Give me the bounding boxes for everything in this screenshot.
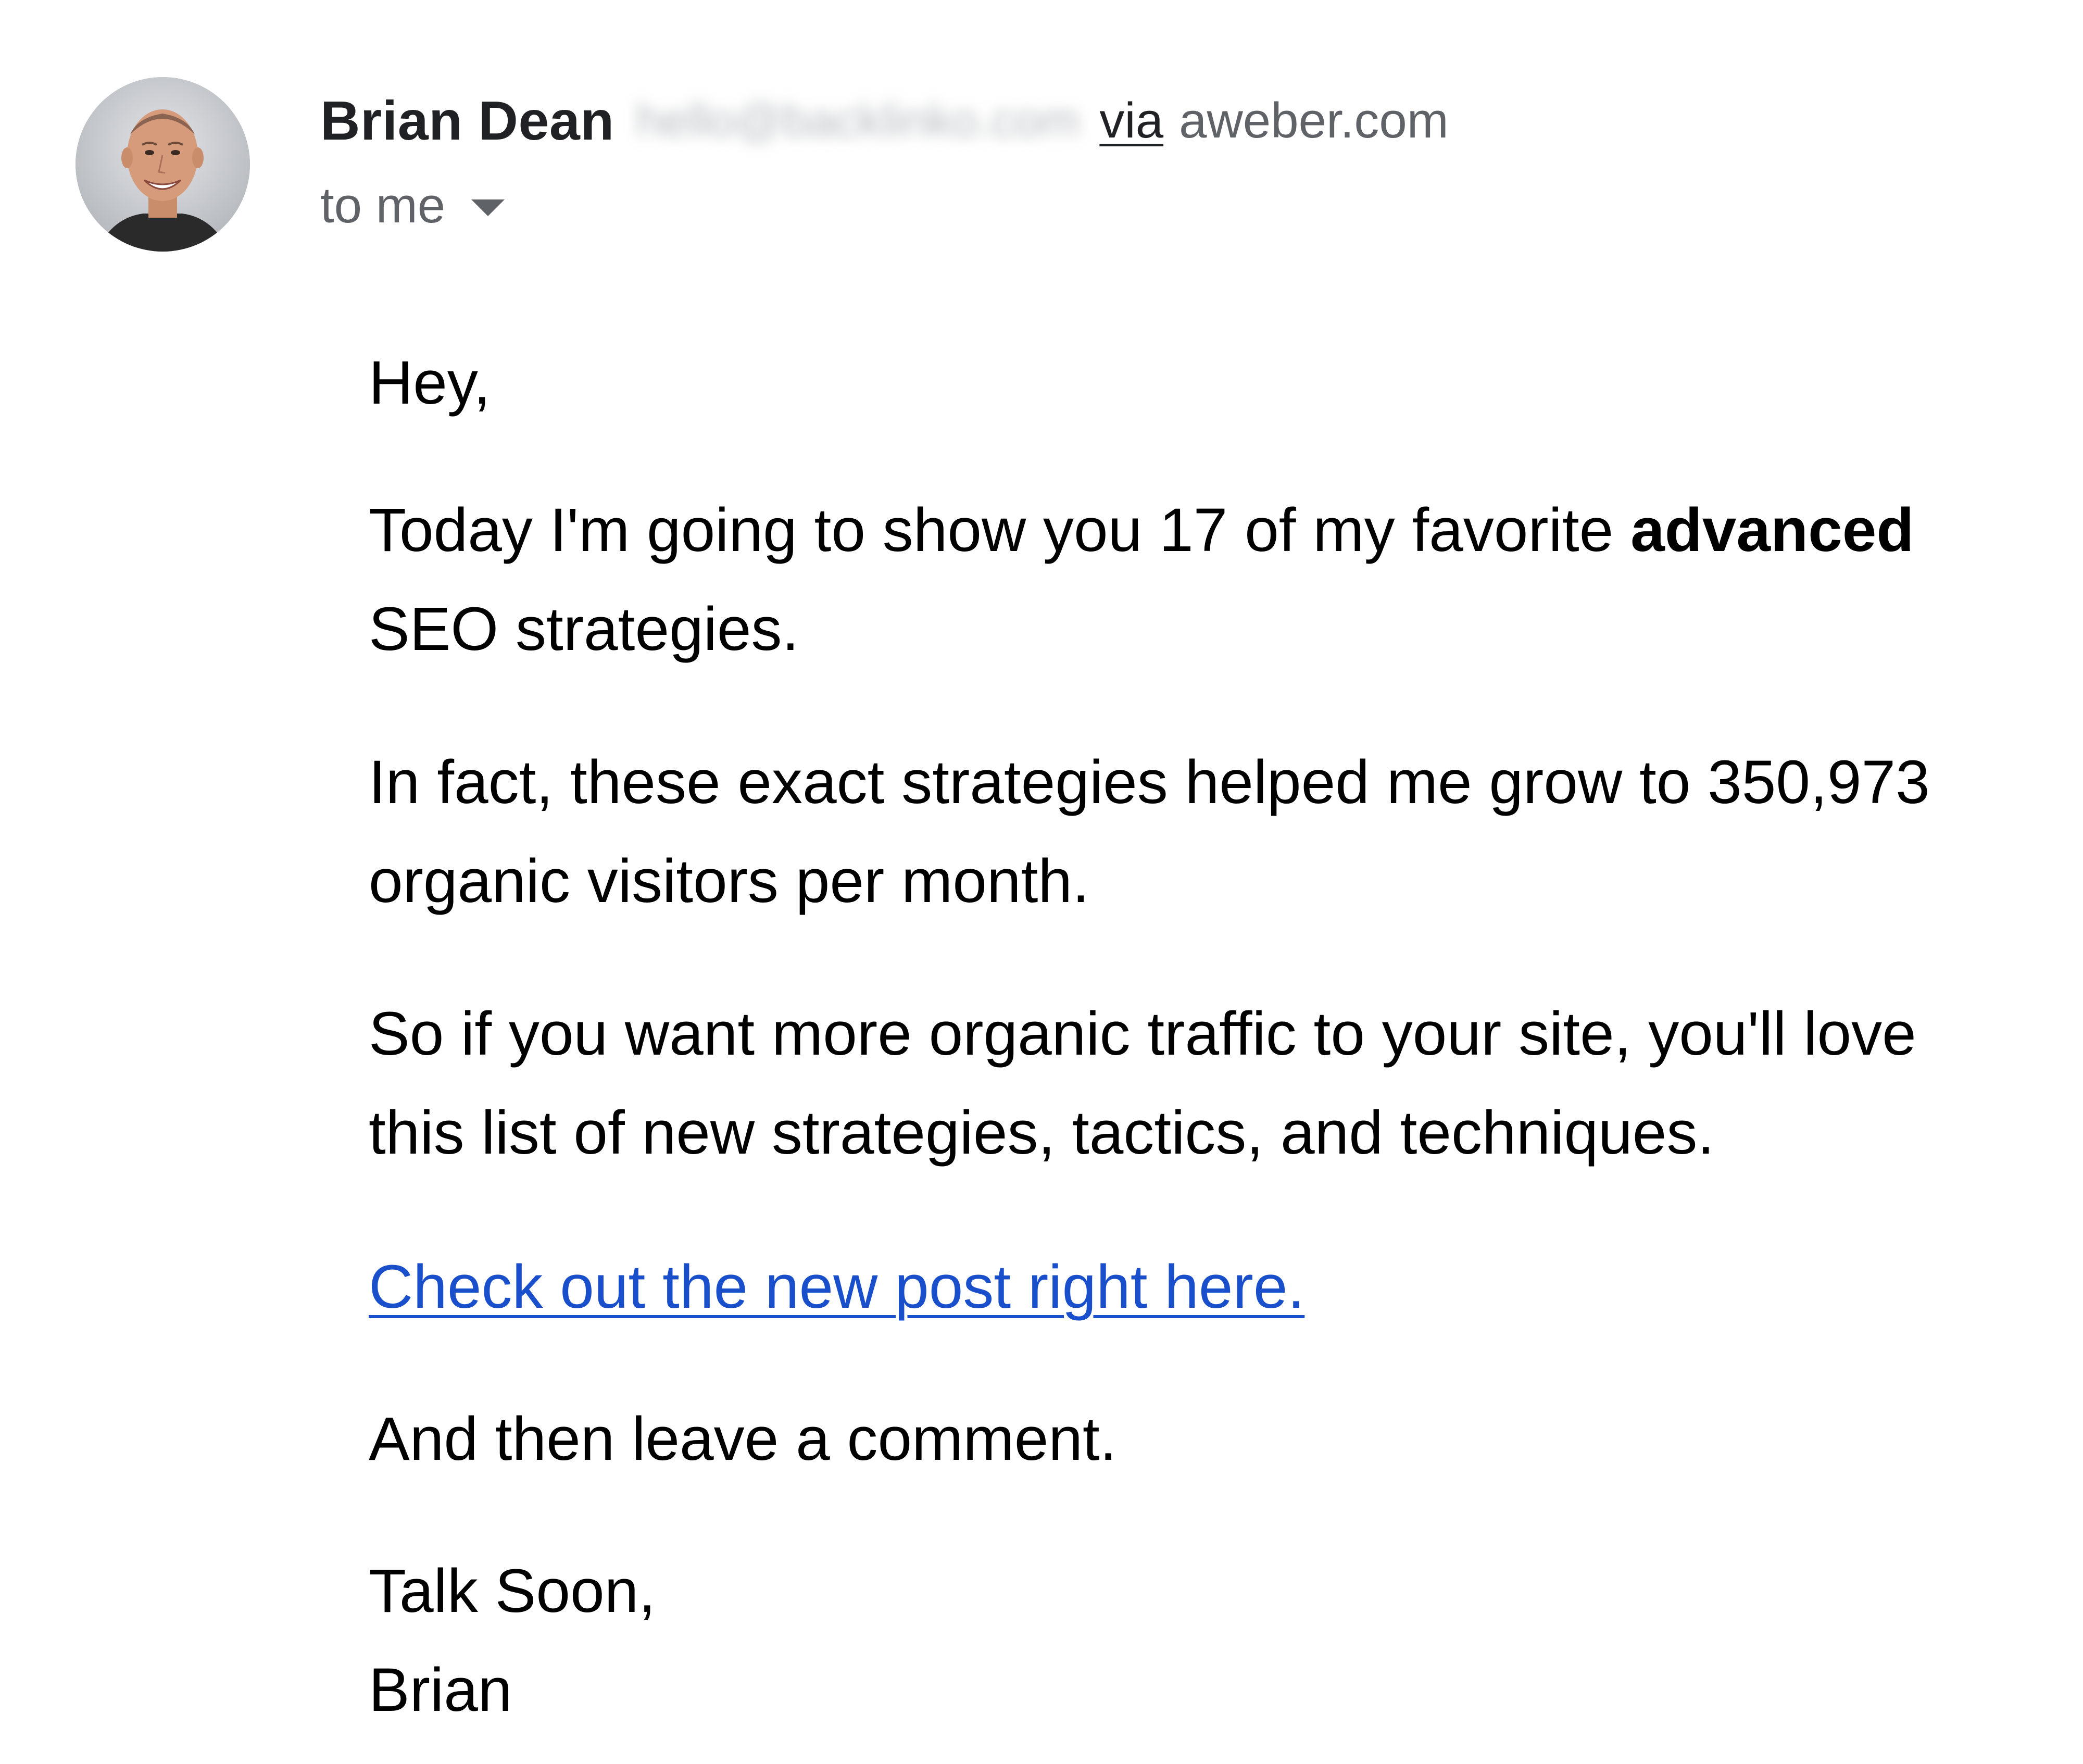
paragraph-pitch: So if you want more organic traffic to y… bbox=[369, 984, 2035, 1182]
chevron-down-icon[interactable] bbox=[471, 199, 505, 216]
signoff: Talk Soon, bbox=[369, 1557, 656, 1625]
cta-link[interactable]: Check out the new post right here. bbox=[369, 1253, 1304, 1321]
paragraph-pitch-line1: So if you want more organic traffic to y… bbox=[369, 999, 1916, 1068]
recipient-text: to me bbox=[320, 178, 446, 233]
paragraph-intro-bold: advanced bbox=[1630, 496, 1914, 565]
via-domain: aweber.com bbox=[1179, 93, 1449, 148]
sender-avatar[interactable] bbox=[76, 77, 250, 252]
signature: Brian bbox=[369, 1656, 512, 1724]
avatar-photo bbox=[76, 77, 250, 252]
via-link[interactable]: via bbox=[1099, 92, 1163, 149]
greeting: Hey, bbox=[369, 348, 491, 417]
paragraph-comment: And then leave a comment. bbox=[369, 1405, 1117, 1473]
paragraph-intro-line2: SEO strategies. bbox=[369, 595, 799, 664]
paragraph-intro: Today I'm going to show you 17 of my fav… bbox=[369, 481, 2035, 679]
paragraph-results-line2: organic visitors per month. bbox=[369, 847, 1089, 916]
paragraph-results-line1: In fact, these exact strategies helped m… bbox=[369, 748, 1930, 817]
paragraph-results: In fact, these exact strategies helped m… bbox=[369, 733, 2035, 931]
cta-paragraph: Check out the new post right here. bbox=[369, 1237, 2035, 1336]
sender-name[interactable]: Brian Dean bbox=[320, 90, 614, 153]
sender-line: Brian Dean hello@backlinko.com via awebe… bbox=[320, 84, 1449, 157]
paragraph-intro-text: Today I'm going to show you 17 of my fav… bbox=[369, 496, 1631, 565]
paragraph-pitch-line2: this list of new strategies, tactics, an… bbox=[369, 1098, 1715, 1167]
recipient-details-toggle[interactable]: to me bbox=[320, 174, 505, 237]
sender-email-redacted: hello@backlinko.com bbox=[636, 94, 1080, 147]
signoff-block: Talk Soon, Brian bbox=[369, 1542, 2035, 1740]
